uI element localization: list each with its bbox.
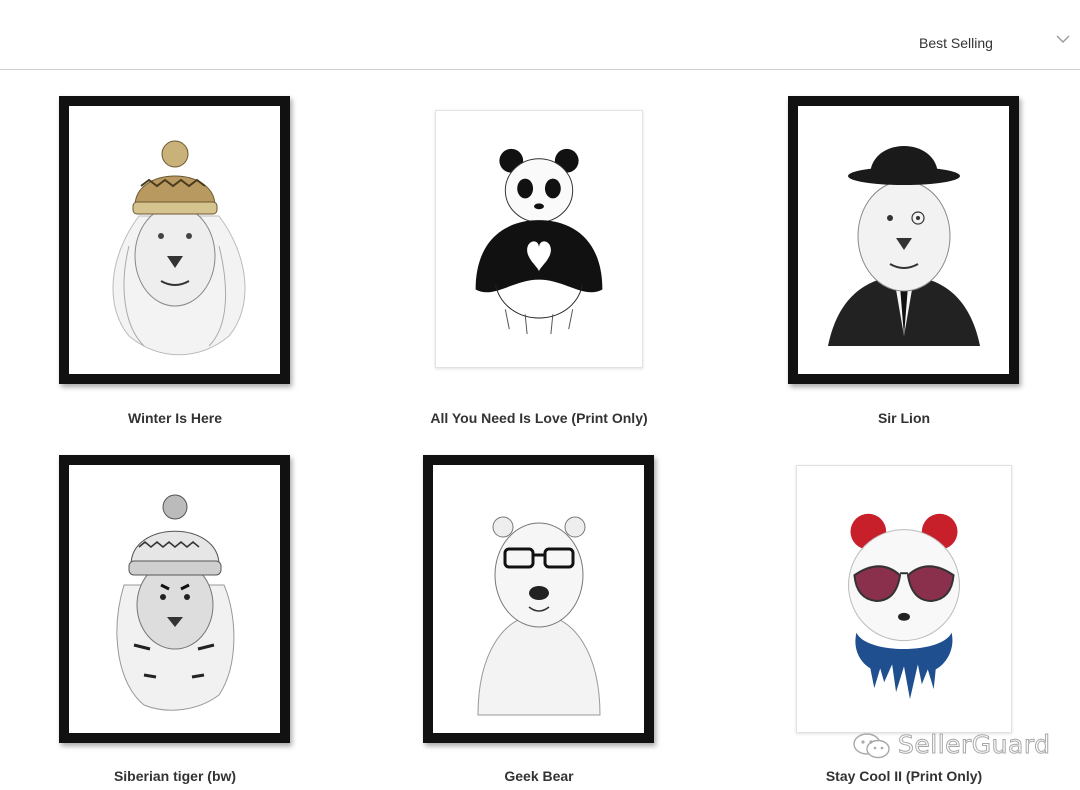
panda-heart-art [475, 148, 603, 335]
lion-beanie-art [112, 140, 246, 356]
product-grid: Winter Is Here All You Need Is Love (Pri… [0, 0, 1080, 790]
lion-bowler-art [828, 146, 980, 346]
product-title[interactable]: Geek Bear [399, 768, 679, 784]
watermark-text: SellerGuard [898, 730, 1051, 760]
tiger-beanie-art [116, 494, 235, 711]
product-image[interactable] [59, 96, 290, 384]
bear-glasses-art [477, 516, 601, 716]
panda-sunglasses-art [848, 513, 960, 700]
product-image[interactable] [435, 110, 643, 368]
product-title[interactable]: Stay Cool II (Print Only) [764, 768, 1044, 784]
wechat-icon [853, 733, 890, 759]
product-title[interactable]: All You Need Is Love (Print Only) [399, 410, 679, 426]
product-image[interactable] [788, 96, 1019, 384]
product-image[interactable] [796, 465, 1012, 733]
product-title[interactable]: Winter Is Here [35, 410, 315, 426]
product-image[interactable] [423, 455, 654, 743]
product-title[interactable]: Sir Lion [764, 410, 1044, 426]
product-title[interactable]: Siberian tiger (bw) [35, 768, 315, 784]
product-image[interactable] [59, 455, 290, 743]
watermark: SellerGuard [852, 728, 1052, 764]
